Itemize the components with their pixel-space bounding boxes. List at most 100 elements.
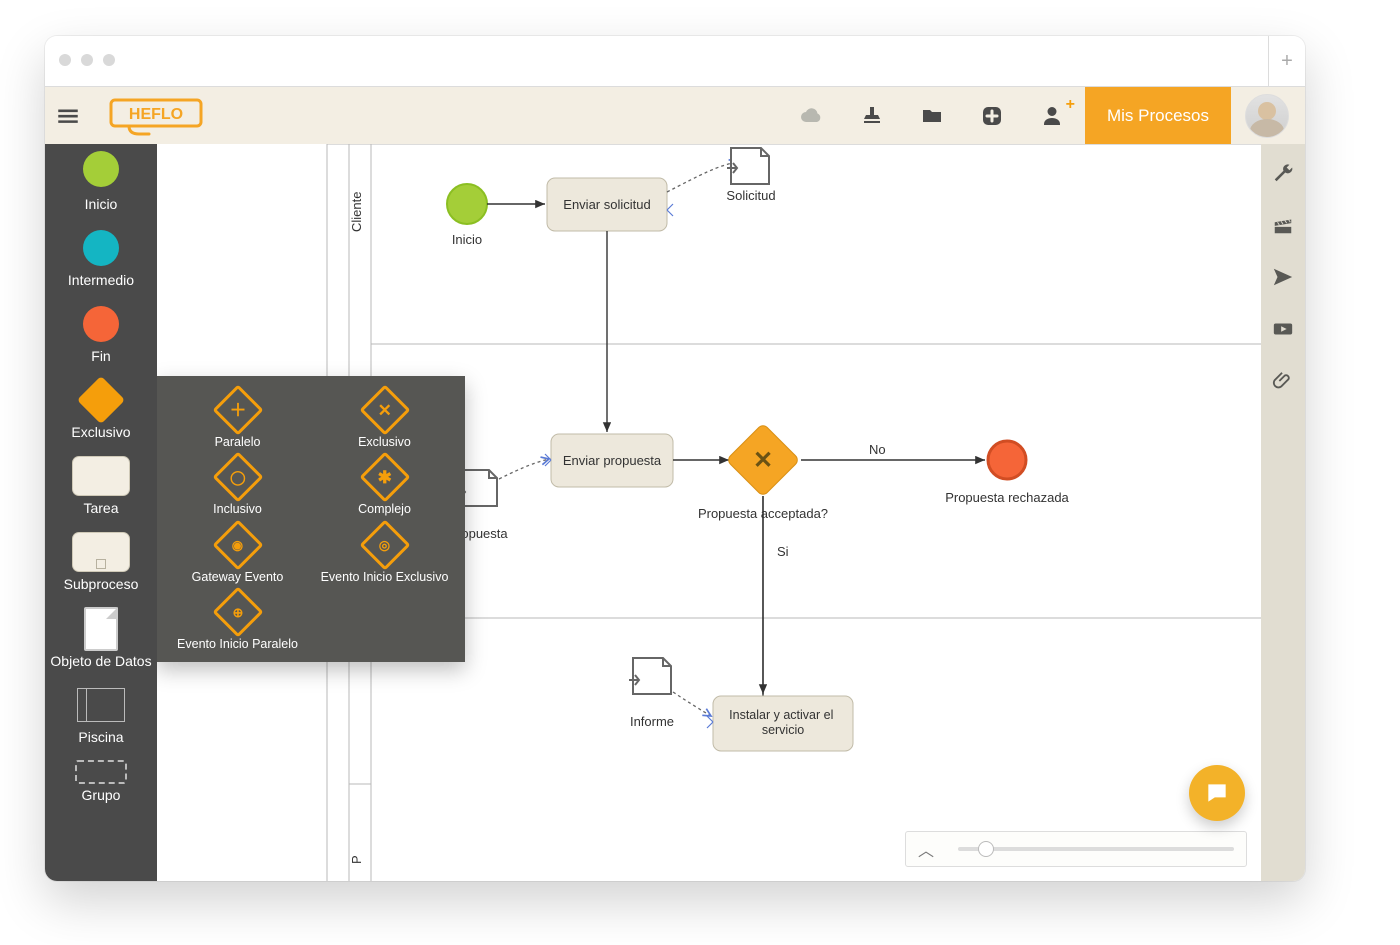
palette-start[interactable]: Inicio — [45, 144, 157, 212]
palette-label: Piscina — [45, 729, 157, 745]
user-avatar[interactable] — [1245, 94, 1289, 138]
complex-gateway-icon: ✱ — [359, 452, 410, 503]
flyout-inclusive[interactable]: ◯ Inclusivo — [171, 455, 304, 516]
flyout-event-start-parallel[interactable]: ⊕ Evento Inicio Paralelo — [171, 590, 304, 651]
node-doc-request[interactable]: Solicitud — [726, 148, 775, 203]
window-max-dot[interactable] — [103, 54, 115, 66]
paperclip-icon[interactable] — [1272, 370, 1294, 392]
start-event-icon — [83, 151, 119, 187]
edge-label-si: Si — [777, 544, 789, 559]
window-titlebar: + — [45, 36, 1305, 87]
flyout-label: Evento Inicio Paralelo — [171, 637, 304, 651]
flyout-event-start-exclusive[interactable]: ◎ Evento Inicio Exclusivo — [318, 523, 451, 584]
event-start-exclusive-icon: ◎ — [359, 519, 410, 570]
palette-pool[interactable]: Piscina — [45, 683, 157, 745]
flyout-label: Inclusivo — [171, 502, 304, 516]
my-processes-label: Mis Procesos — [1107, 106, 1209, 126]
palette-label: Inicio — [45, 196, 157, 212]
new-tab-plus-icon[interactable]: + — [1268, 36, 1305, 86]
flyout-label: Complejo — [318, 502, 451, 516]
flyout-event-gateway[interactable]: ◉ Gateway Evento — [171, 523, 304, 584]
gateway-flyout: ＋ Paralelo ✕ Exclusivo ◯ Inclusivo ✱ Com… — [157, 376, 465, 662]
folder-icon[interactable] — [919, 104, 945, 128]
edge-label-no: No — [869, 442, 886, 457]
wrench-icon[interactable] — [1272, 162, 1294, 184]
chat-fab[interactable] — [1189, 765, 1245, 821]
element-palette: Inicio Intermedio Fin Exclusivo Tarea — [45, 144, 157, 881]
data-object-icon — [84, 607, 118, 651]
node-label: Propuesta rechazada — [945, 490, 1069, 505]
palette-subprocess[interactable]: Subproceso — [45, 530, 157, 592]
brand-name: HEFLO — [129, 106, 183, 123]
gateway-icon — [77, 376, 125, 424]
node-start[interactable]: Inicio — [447, 184, 487, 247]
clapper-icon[interactable] — [1272, 214, 1294, 236]
top-toolbar: HEFLO + Mis Procesos — [45, 87, 1305, 146]
subprocess-icon — [72, 532, 130, 572]
zoom-thumb[interactable] — [978, 841, 994, 857]
window-close-dot[interactable] — [59, 54, 71, 66]
node-task-send-proposal[interactable]: Enviar propuesta — [551, 434, 673, 487]
flyout-label: Gateway Evento — [171, 570, 304, 584]
parallel-gateway-icon: ＋ — [212, 385, 263, 436]
palette-label: Objeto de Datos — [45, 653, 157, 669]
app-window: + HEFLO + — [45, 36, 1305, 881]
menu-button[interactable] — [45, 103, 91, 129]
window-min-dot[interactable] — [81, 54, 93, 66]
add-user-plus-icon: + — [1066, 96, 1075, 114]
cloud-icon[interactable] — [799, 104, 825, 128]
palette-group[interactable]: Grupo — [45, 759, 157, 803]
node-task-install[interactable]: Instalar y activar el servicio — [713, 696, 853, 751]
palette-task[interactable]: Tarea — [45, 454, 157, 516]
brand-logo[interactable]: HEFLO — [109, 96, 209, 136]
palette-label: Subproceso — [45, 576, 157, 592]
svg-text:✕: ✕ — [753, 447, 773, 474]
pool-icon — [77, 688, 125, 722]
end-event-icon — [83, 306, 119, 342]
palette-gateway[interactable]: Exclusivo — [45, 378, 157, 440]
video-icon[interactable] — [1272, 318, 1294, 340]
node-label: Solicitud — [726, 188, 775, 203]
node-doc-report[interactable]: Informe — [629, 658, 674, 729]
inclusive-gateway-icon: ◯ — [212, 452, 263, 503]
node-label: Enviar propuesta — [563, 453, 662, 468]
send-icon[interactable] — [1272, 266, 1294, 288]
add-icon[interactable] — [979, 104, 1005, 128]
node-label: Enviar solicitud — [563, 197, 650, 212]
flyout-parallel[interactable]: ＋ Paralelo — [171, 388, 304, 449]
event-start-parallel-icon: ⊕ — [212, 587, 263, 638]
node-end-rejected[interactable]: Propuesta rechazada — [945, 441, 1069, 505]
right-toolbar — [1261, 144, 1305, 881]
zoom-slider[interactable]: ︿ — [905, 831, 1247, 867]
palette-label: Grupo — [45, 787, 157, 803]
flyout-exclusive[interactable]: ✕ Exclusivo — [318, 388, 451, 449]
my-processes-button[interactable]: Mis Procesos — [1085, 87, 1231, 145]
flyout-label: Exclusivo — [318, 435, 451, 449]
zoom-track[interactable] — [958, 847, 1234, 851]
palette-end[interactable]: Fin — [45, 302, 157, 364]
node-label-part: Instalar y activar el — [729, 708, 833, 722]
intermediate-event-icon — [83, 230, 119, 266]
window-traffic-lights — [59, 54, 115, 66]
event-gateway-icon: ◉ — [212, 519, 263, 570]
palette-data-object[interactable]: Objeto de Datos — [45, 607, 157, 669]
palette-label: Intermedio — [45, 272, 157, 288]
palette-label: Exclusivo — [45, 424, 157, 440]
node-label: Informe — [630, 714, 674, 729]
node-label: Inicio — [452, 232, 482, 247]
palette-intermediate[interactable]: Intermedio — [45, 226, 157, 288]
add-user-icon[interactable]: + — [1039, 104, 1065, 128]
lane-label-p: P — [349, 855, 364, 864]
flyout-label: Evento Inicio Exclusivo — [318, 570, 451, 584]
exclusive-gateway-icon: ✕ — [359, 385, 410, 436]
node-task-send-request[interactable]: Enviar solicitud — [547, 178, 667, 231]
flyout-complex[interactable]: ✱ Complejo — [318, 455, 451, 516]
flyout-label: Paralelo — [171, 435, 304, 449]
chevron-up-icon[interactable]: ︿ — [906, 837, 946, 861]
lane-label-cliente: Cliente — [349, 192, 364, 232]
stamp-icon[interactable] — [859, 104, 885, 128]
task-icon — [72, 456, 130, 496]
group-icon — [75, 760, 127, 784]
palette-label: Tarea — [45, 500, 157, 516]
palette-label: Fin — [45, 348, 157, 364]
